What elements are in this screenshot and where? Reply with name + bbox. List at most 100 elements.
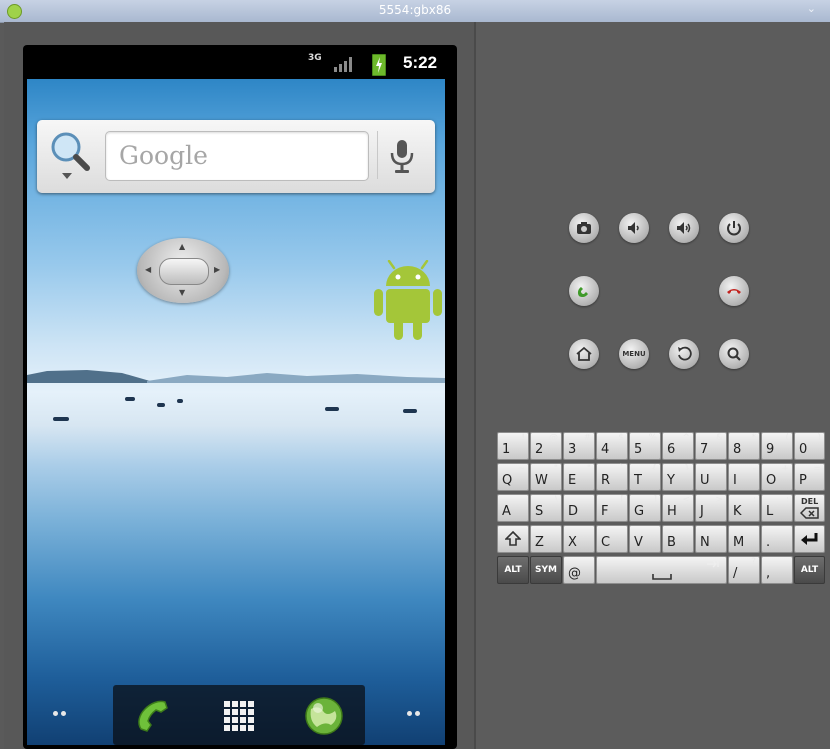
key-v[interactable]: V [629, 525, 661, 553]
browser-globe-icon[interactable] [301, 693, 347, 739]
call-icon [577, 287, 588, 298]
key-t[interactable]: T{ [629, 463, 661, 491]
battery-charging-icon [372, 54, 386, 76]
key-q[interactable]: Q ~ [497, 463, 529, 491]
camera-button[interactable] [569, 213, 599, 243]
menu-label: MENU [622, 350, 646, 358]
key-comma[interactable]: , [761, 556, 793, 584]
home-screen[interactable]: Google [27, 79, 445, 745]
key-del[interactable]: DEL [794, 494, 825, 522]
dpad-left-icon[interactable]: ◀ [145, 265, 151, 274]
tab-arrow-icon [707, 560, 719, 568]
key-b[interactable]: B [662, 525, 694, 553]
key-y[interactable]: Y} [662, 463, 694, 491]
key-s[interactable]: S \ [530, 494, 562, 522]
status-bar: 3G 5:22 [27, 49, 445, 79]
signal-strength-icon [334, 57, 352, 72]
volume-up-icon [677, 222, 691, 234]
window-menu-chevron-icon[interactable]: ⌄ [807, 2, 816, 15]
key-enter[interactable] [794, 525, 825, 553]
android-robot-icon[interactable] [372, 260, 444, 342]
key-z[interactable]: Z [530, 525, 562, 553]
keyboard-row-numbers: 1! 2 @ 3 # 4 $ 5% 6 ^ 7 & 8 * 9( 0) [497, 432, 825, 463]
key-n[interactable]: N [695, 525, 727, 553]
backspace-icon [800, 507, 819, 519]
key-space[interactable] [596, 556, 727, 584]
key-g[interactable]: G] [629, 494, 661, 522]
key-4[interactable]: 4 $ [596, 432, 628, 460]
key-1[interactable]: 1! [497, 432, 529, 460]
key-8[interactable]: 8 * [728, 432, 760, 460]
key-w[interactable]: W " [530, 463, 562, 491]
dpad-up-icon[interactable]: ▲ [179, 242, 185, 251]
power-button[interactable] [719, 213, 749, 243]
dpad-right-icon[interactable]: ▶ [214, 265, 220, 274]
google-search-widget[interactable]: Google [37, 120, 435, 193]
key-l[interactable]: L: [761, 494, 793, 522]
key-m[interactable]: M [728, 525, 760, 553]
key-7[interactable]: 7 & [695, 432, 727, 460]
search-engine-selector-icon[interactable] [49, 130, 91, 180]
app-drawer-grid-icon[interactable] [216, 693, 262, 739]
key-d[interactable]: D [563, 494, 595, 522]
volume-down-icon [628, 222, 639, 234]
voice-search-mic-icon[interactable] [377, 131, 426, 179]
key-e[interactable]: E " [563, 463, 595, 491]
network-type: 3G [308, 53, 322, 63]
call-button[interactable] [569, 276, 599, 306]
key-9[interactable]: 9( [761, 432, 793, 460]
back-arrow-icon [678, 346, 692, 361]
keyboard-row-bottom: ALT SYM @ /? , ALT [497, 556, 825, 587]
key-5[interactable]: 5% [629, 432, 661, 460]
key-shift[interactable] [497, 525, 529, 553]
search-input[interactable]: Google [105, 131, 369, 181]
key-x[interactable]: X [563, 525, 595, 553]
end-call-button[interactable] [719, 276, 749, 306]
wallpaper-rock [53, 417, 69, 421]
key-3[interactable]: 3 # [563, 432, 595, 460]
home-button[interactable] [569, 339, 599, 369]
back-button[interactable] [669, 339, 699, 369]
network-type-icon: 3G [308, 54, 322, 63]
key-k[interactable]: K; [728, 494, 760, 522]
search-placeholder: Google [119, 141, 208, 170]
key-0[interactable]: 0) [794, 432, 825, 460]
key-alt-left[interactable]: ALT [497, 556, 529, 584]
key-u[interactable]: U- [695, 463, 727, 491]
keyboard-row-asdf: A S \ D F[ G] H < J > K; L: DEL [497, 494, 825, 525]
key-o[interactable]: O + [761, 463, 793, 491]
key-r[interactable]: R ` [596, 463, 628, 491]
wallpaper-rock [177, 399, 183, 403]
key-p[interactable]: P = [794, 463, 825, 491]
key-c[interactable]: C [596, 525, 628, 553]
keyboard-row-zxcv: Z X C V B N M . [497, 525, 825, 556]
page-indicator-right[interactable] [407, 709, 425, 719]
key-2[interactable]: 2 @ [530, 432, 562, 460]
shift-icon [505, 531, 521, 546]
phone-dialer-icon[interactable] [131, 693, 177, 739]
wallpaper-rock [157, 403, 165, 407]
key-a[interactable]: A [497, 494, 529, 522]
dpad-center-button[interactable] [159, 258, 209, 285]
key-slash[interactable]: /? [728, 556, 760, 584]
menu-button[interactable]: MENU [619, 339, 649, 369]
wallpaper-mountains [27, 370, 445, 383]
key-sym[interactable]: SYM [530, 556, 562, 584]
page-indicator-left[interactable] [53, 709, 71, 719]
key-h[interactable]: H < [662, 494, 694, 522]
key-alt-right[interactable]: ALT [794, 556, 825, 584]
wallpaper-rock [125, 397, 135, 401]
volume-down-button[interactable] [619, 213, 649, 243]
key-period[interactable]: . [761, 525, 793, 553]
volume-up-button[interactable] [669, 213, 699, 243]
search-button[interactable] [719, 339, 749, 369]
dpad-down-icon[interactable]: ▼ [179, 288, 185, 297]
dpad-control[interactable]: ▲ ▼ ◀ ▶ [137, 238, 229, 303]
key-6[interactable]: 6 ^ [662, 432, 694, 460]
key-i[interactable]: I- [728, 463, 760, 491]
window-titlebar: 5554:gbx86 ⌄ [0, 0, 830, 23]
key-j[interactable]: J > [695, 494, 727, 522]
key-at[interactable]: @ [563, 556, 595, 584]
key-f[interactable]: F[ [596, 494, 628, 522]
keyboard-row-qwerty: Q ~ W " E " R ` T{ Y} U- I- O + P = [497, 463, 825, 494]
